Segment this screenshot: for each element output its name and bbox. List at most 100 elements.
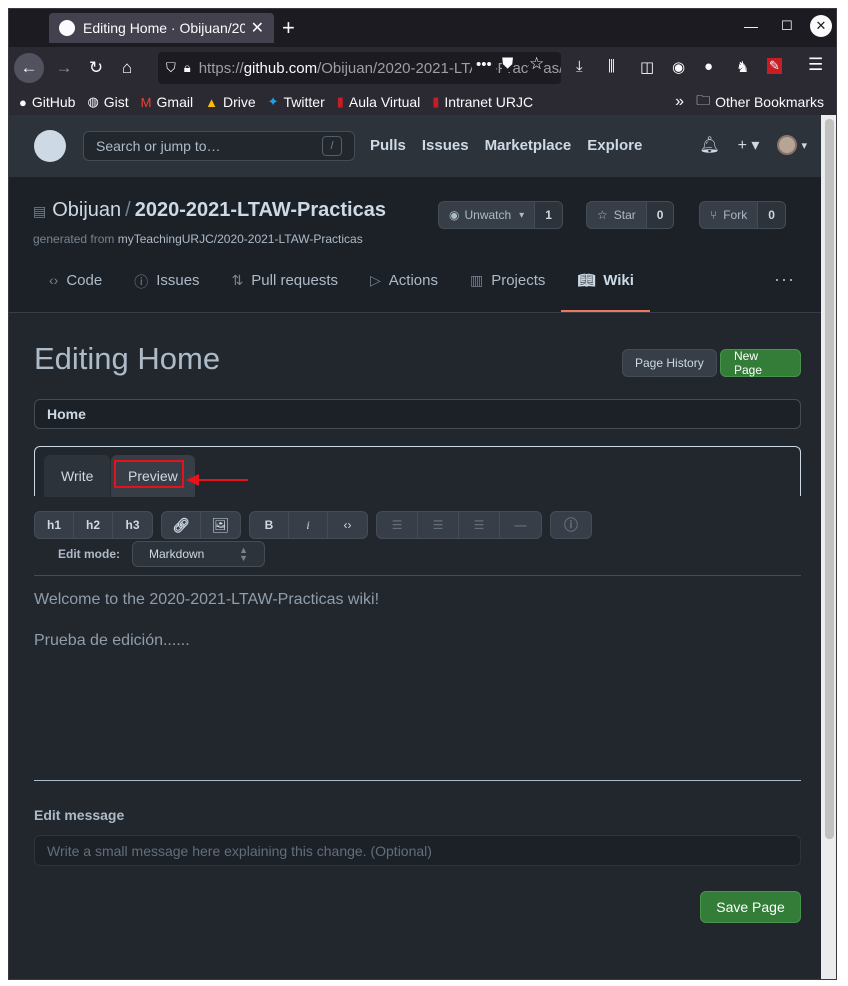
repo-separator: / [125,199,131,221]
chevron-double-right-icon[interactable]: » [675,93,684,111]
header-actions: 🔔︎ + ▾ ▾ [699,135,807,155]
home-icon[interactable]: ⌂ [112,53,142,83]
indent-list-icon[interactable]: ☰ [459,512,500,538]
bookmark-github[interactable]: ● GitHub [19,94,75,110]
account-icon[interactable]: ◉ [672,58,685,76]
h1-button[interactable]: h1 [35,512,74,538]
code-icon[interactable]: ‹› [328,512,367,538]
horizontal-rule-icon[interactable]: — [500,512,541,538]
forward-icon[interactable]: → [49,53,79,83]
image-icon[interactable]: 🖼︎ [201,512,240,538]
template-repo-link[interactable]: myTeachingURJC/2020-2021-LTAW-Practicas [118,232,363,246]
sidebar-icon[interactable]: ◫ [640,58,654,76]
shield-icon: ⛉ [166,60,176,75]
ordered-list-icon[interactable]: ☰ [418,512,459,538]
page-history-button[interactable]: Page History [622,349,717,377]
more-actions-icon[interactable]: ••• [472,56,496,73]
eye-icon: ◉ [449,208,460,222]
bell-icon[interactable]: 🔔︎ [699,135,719,155]
tab-label: Issues [156,272,200,289]
unwatch-button[interactable]: ◉ Unwatch ▾ 1 [438,201,563,229]
edit-mode-row: Edit mode: Markdown ▲ ▼ [58,541,265,567]
close-tab-icon[interactable]: ✕ [251,18,264,38]
repo-name[interactable]: 2020-2021-LTAW-Practicas [135,199,386,221]
pocket-icon[interactable]: ⛊ [502,55,514,72]
scrollbar-thumb[interactable] [825,119,834,839]
play-icon: ▷ [370,272,381,288]
close-window-icon[interactable]: ✕ [810,15,832,37]
format-group: B i ‹› [249,511,368,539]
fork-icon: ⑂ [710,208,718,222]
list-group: ☰ ☰ ☰ — [376,511,542,539]
bookmark-gmail[interactable]: M Gmail [141,94,193,110]
maximize-icon[interactable]: ☐ [781,18,793,34]
folder-icon: 🗀 [696,92,711,108]
star-count[interactable]: 0 [645,202,674,228]
download-icon[interactable]: ⤓ [576,58,583,75]
bookmark-gist[interactable]: ◍ Gist [87,94,128,110]
star-button[interactable]: ☆ Star 0 [586,201,675,229]
back-icon[interactable]: ← [14,53,44,83]
tab-code[interactable]: ‹› Code [33,272,118,312]
h2-button[interactable]: h2 [74,512,113,538]
tab-label: Wiki [603,272,634,289]
link-icon[interactable]: 🔗︎ [162,512,201,538]
edit-message-label: Edit message [34,807,125,823]
new-page-button[interactable]: New Page [720,349,801,377]
code-icon: ‹› [49,272,59,288]
tab-actions[interactable]: ▷ Actions [354,272,454,312]
drive-icon: ▲ [205,94,218,110]
extension-icon[interactable]: ✎ [767,58,782,74]
bookmark-star-icon[interactable]: ☆ [529,54,545,74]
search-input[interactable]: Search or jump to… / [83,131,355,161]
edit-mode-select[interactable]: Markdown ▲ ▼ [132,541,265,567]
bold-button[interactable]: B [250,512,289,538]
nav-issues[interactable]: Issues [422,137,469,154]
bookmark-aula-virtual[interactable]: ▮ Aula Virtual [337,94,421,110]
more-tabs-icon[interactable]: ··· [774,269,795,290]
plus-dropdown-icon[interactable]: + ▾ [738,135,760,155]
new-tab-button[interactable]: + [282,15,295,41]
page-scrollbar[interactable] [821,115,836,979]
repo-header: ▤ Obijuan/2020-2021-LTAW-Practicas genera… [9,177,821,313]
other-bookmarks[interactable]: Other Bookmarks [715,94,824,110]
avatar-menu[interactable]: ▾ [777,135,807,155]
help-icon[interactable]: ⓘ [551,512,591,538]
tab-wiki[interactable]: 📖︎ Wiki [561,272,650,312]
edit-message-input[interactable]: Write a small message here explaining th… [34,835,801,866]
fork-button[interactable]: ⑂ Fork 0 [699,201,786,229]
bookmark-intranet-urjc[interactable]: ▮ Intranet URJC [432,94,533,110]
save-page-button[interactable]: Save Page [700,891,801,923]
github-favicon-icon [59,20,75,36]
select-arrows-icon: ▲ ▼ [239,545,248,563]
github-extension-icon[interactable]: ● [704,58,713,75]
page-title-input[interactable]: Home [34,399,801,429]
reload-icon[interactable]: ↻ [81,53,111,83]
tab-label: Projects [491,272,546,289]
bookmark-twitter[interactable]: ✦ Twitter [268,94,325,110]
h3-button[interactable]: h3 [113,512,152,538]
url-bar[interactable]: ⛉ 🔒︎ https:// github.com /Obijuan/2020-2… [158,52,561,84]
tab-projects[interactable]: ▥ Projects [454,272,561,312]
nav-pulls[interactable]: Pulls [370,137,406,154]
menu-icon[interactable]: ☰ [808,55,823,75]
page-title: Editing Home [34,341,221,376]
github-logo-icon[interactable] [34,130,66,162]
fork-count[interactable]: 0 [757,202,785,228]
unordered-list-icon[interactable]: ☰ [377,512,418,538]
nav-explore[interactable]: Explore [587,137,642,154]
tab-write[interactable]: Write [44,455,111,497]
library-icon[interactable]: ⫼ [608,58,615,75]
tab-pull-requests[interactable]: ⇅ Pull requests [216,272,354,312]
italic-button[interactable]: i [289,512,328,538]
editor-bottom-divider [34,780,801,781]
gnu-extension-icon[interactable]: ♞ [736,58,749,76]
repo-owner[interactable]: Obijuan [52,199,121,221]
minimize-icon[interactable]: — [744,18,758,34]
watch-count[interactable]: 1 [534,202,562,228]
tab-issues[interactable]: ⓘ Issues [118,272,215,312]
bookmark-drive[interactable]: ▲ Drive [205,94,256,110]
nav-marketplace[interactable]: Marketplace [485,137,572,154]
tab-label: Pull requests [251,272,338,289]
browser-tab[interactable]: Editing Home · Obijuan/2020-2021-LTAW-Pr… [49,13,274,43]
